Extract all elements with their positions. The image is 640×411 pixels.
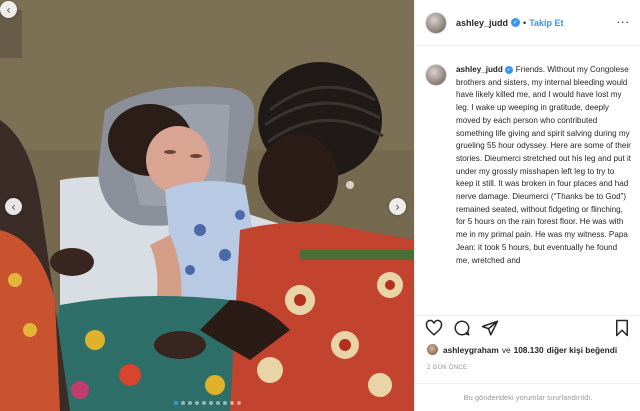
carousel-prev-button[interactable]: ‹ [5,198,22,215]
bookmark-icon[interactable] [613,319,631,337]
carousel-dot[interactable] [201,401,206,405]
post-date[interactable]: 2 GÜN ÖNCE [427,365,467,371]
carousel-dot[interactable] [187,401,192,405]
avatar[interactable] [425,11,447,34]
post-photo: ‹ ‹ › [0,0,414,411]
caption-username[interactable]: ashley_judd [456,65,503,74]
caption-text: Friends. Without my Congolese brothers a… [456,65,631,265]
carousel-dots [0,401,414,405]
right-face [258,134,338,222]
carousel-dot[interactable] [236,401,241,405]
verified-badge-icon: ✓ [511,18,521,27]
more-options-icon[interactable]: ··· [617,16,631,29]
post-header: ashley_judd ✓ • Takip Et ··· [415,0,640,46]
verified-badge-icon: ✓ [504,66,513,75]
liked-connector: ve [501,344,511,355]
share-icon[interactable] [481,319,499,337]
follow-button[interactable]: Takip Et [529,18,563,28]
caption-row: ashley_judd ✓ Friends. Without my Congoles… [425,64,631,267]
header-username[interactable]: ashley_judd [456,18,508,28]
comments-limited-notice: Bu gönderideki yorumlar sınırlandırıldı. [415,383,640,411]
photo-corner-arrow[interactable]: ‹ [0,1,17,18]
carousel-dot[interactable] [194,401,199,405]
comment-icon[interactable] [453,319,471,337]
liked-by-user[interactable]: ashleygraham [443,345,499,355]
liker-avatar[interactable] [427,344,438,355]
carousel-dot[interactable] [180,401,185,405]
heart-icon[interactable] [425,319,443,337]
header-separator: • [523,17,527,28]
caption-text-block: ashley_judd ✓ Friends. Without my Congoles… [456,64,631,267]
caption-avatar[interactable] [425,64,447,86]
carousel-dot[interactable] [173,401,178,405]
liked-suffix[interactable]: diğer kişi beğendi [547,345,618,355]
action-bar [415,315,640,341]
post-side-panel: ashley_judd ✓ • Takip Et ··· ashley_judd… [414,0,640,411]
carousel-dot[interactable] [215,401,220,405]
comments-section[interactable]: ashley_judd ✓ Friends. Without my Congoles… [415,46,640,309]
liked-by-line: ashleygraham ve 108.130 diğer kişi beğen… [427,344,617,355]
carousel-dot[interactable] [208,401,213,405]
carousel-next-button[interactable]: › [389,198,406,215]
photo-illustration [0,0,414,411]
liked-count[interactable]: 108.130 [514,345,544,355]
carousel-dot[interactable] [222,401,227,405]
carousel-dot[interactable] [229,401,234,405]
